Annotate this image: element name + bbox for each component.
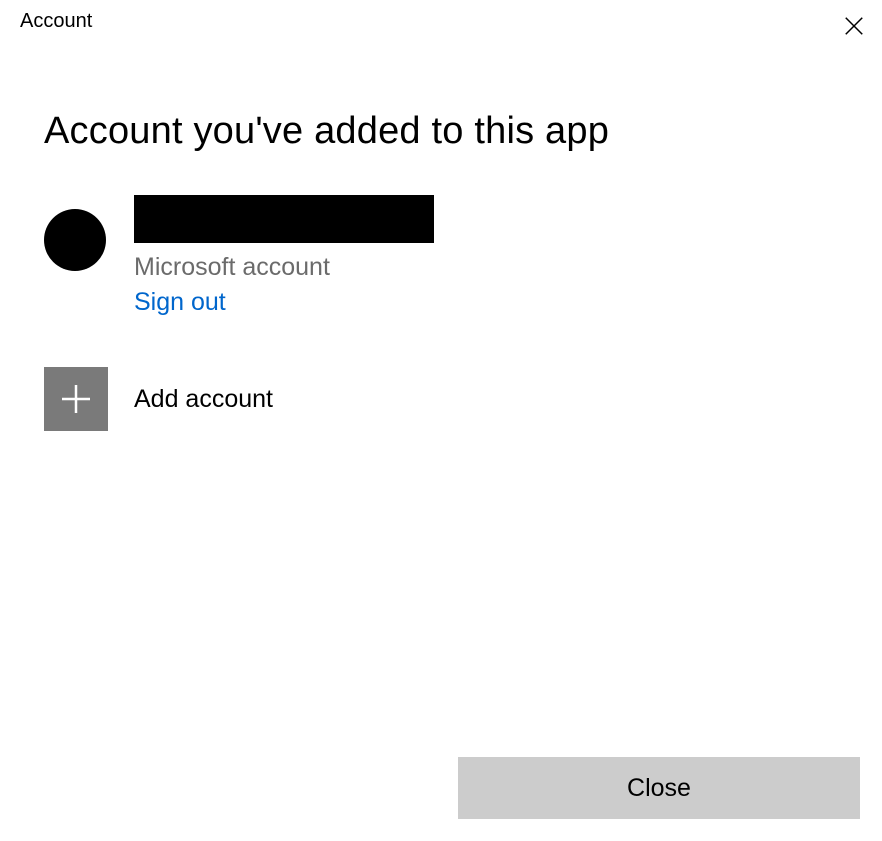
header-title: Account xyxy=(20,10,92,33)
close-icon-button[interactable] xyxy=(838,10,870,42)
account-type-label: Microsoft account xyxy=(134,253,434,282)
dialog-content: Account you've added to this app Microso… xyxy=(0,110,882,431)
avatar xyxy=(44,209,106,271)
add-account-button[interactable]: Add account xyxy=(44,367,838,431)
close-icon xyxy=(843,15,865,37)
sign-out-link[interactable]: Sign out xyxy=(134,288,434,317)
close-button-label: Close xyxy=(627,774,691,803)
add-account-label: Add account xyxy=(134,385,273,414)
plus-icon xyxy=(58,381,94,417)
page-heading: Account you've added to this app xyxy=(44,110,838,153)
account-info: Microsoft account Sign out xyxy=(134,195,434,317)
close-button[interactable]: Close xyxy=(458,757,860,819)
add-icon-box xyxy=(44,367,108,431)
account-row: Microsoft account Sign out xyxy=(44,195,838,317)
dialog-header: Account xyxy=(0,0,882,42)
account-name-redacted xyxy=(134,195,434,243)
